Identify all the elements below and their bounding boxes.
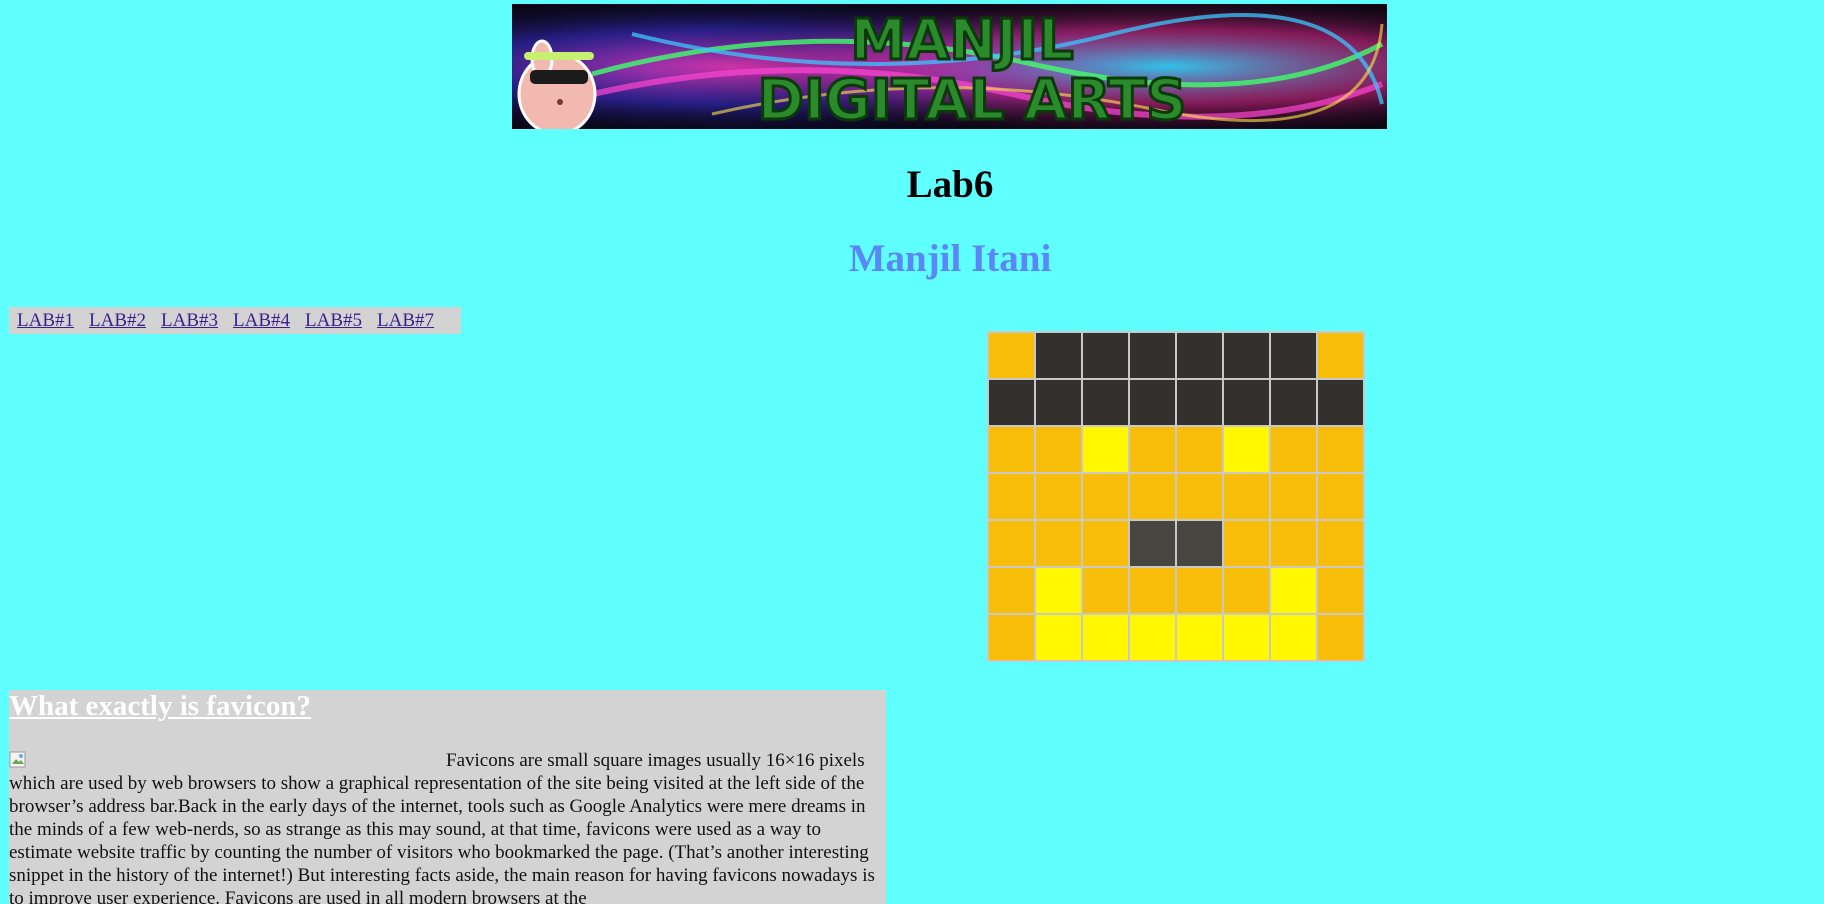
pixel-cell (1223, 520, 1270, 567)
article-text: Favicons are small square images usually… (9, 750, 875, 904)
nav-link-lab7[interactable]: LAB#7 (377, 310, 434, 332)
banner-line1: MANJIL (850, 8, 1073, 73)
pixel-cell (1035, 567, 1082, 614)
nav-link-lab3[interactable]: LAB#3 (161, 310, 218, 332)
pixel-cell (1035, 614, 1082, 661)
broken-image-icon (9, 749, 446, 769)
pixel-cell (988, 614, 1035, 661)
pixel-cell (1270, 520, 1317, 567)
pixel-cell (1176, 520, 1223, 567)
pixel-art-grid (987, 331, 1365, 662)
pixel-cell (1270, 332, 1317, 379)
pixel-cell (1129, 520, 1176, 567)
pixel-cell (1082, 379, 1129, 426)
pixel-cell (1317, 614, 1364, 661)
pixel-cell (1270, 426, 1317, 473)
pixel-cell (1035, 332, 1082, 379)
pixel-cell (1223, 473, 1270, 520)
pixel-cell (1129, 332, 1176, 379)
pixel-cell (1317, 332, 1364, 379)
pixel-cell (1270, 473, 1317, 520)
pixel-cell (1176, 614, 1223, 661)
pixel-cell (988, 426, 1035, 473)
pixel-cell (1082, 567, 1129, 614)
pixel-cell (1317, 426, 1364, 473)
pixel-cell (1176, 426, 1223, 473)
pixel-cell (1270, 614, 1317, 661)
pixel-cell (1082, 332, 1129, 379)
author-name: Manjil Itani (848, 237, 1052, 280)
pixel-cell (1270, 567, 1317, 614)
llama-icon (517, 39, 597, 129)
pixel-cell (1129, 567, 1176, 614)
pixel-cell (1035, 473, 1082, 520)
pixel-cell (1082, 426, 1129, 473)
pixel-cell (988, 520, 1035, 567)
pixel-cell (1082, 520, 1129, 567)
pixel-cell (1176, 332, 1223, 379)
pixel-cell (1129, 473, 1176, 520)
pixel-cell (1035, 426, 1082, 473)
pixel-cell (1176, 379, 1223, 426)
pixel-cell (1129, 379, 1176, 426)
pixel-cell (988, 379, 1035, 426)
pixel-cell (1129, 614, 1176, 661)
pixel-cell (1035, 379, 1082, 426)
pixel-cell (1176, 567, 1223, 614)
article-body: Favicons are small square images usually… (9, 749, 886, 904)
pixel-cell (988, 473, 1035, 520)
favicon-article: What exactly is favicon? Favicons are sm… (9, 690, 886, 904)
nav-link-lab1[interactable]: LAB#1 (17, 310, 74, 332)
pixel-cell (1082, 473, 1129, 520)
pixel-cell (1129, 426, 1176, 473)
nav-link-lab4[interactable]: LAB#4 (233, 310, 290, 332)
pixel-cell (1317, 520, 1364, 567)
pixel-cell (1035, 520, 1082, 567)
pixel-cell (988, 567, 1035, 614)
pixel-cell (1317, 379, 1364, 426)
nav-link-lab5[interactable]: LAB#5 (305, 310, 362, 332)
banner-image: MANJIL DIGITAL ARTS (512, 4, 1387, 129)
article-heading: What exactly is favicon? (9, 690, 312, 722)
nav-link-lab2[interactable]: LAB#2 (89, 310, 146, 332)
lab-nav: LAB#1 LAB#2 LAB#3 LAB#4 LAB#5 LAB#7 (9, 307, 461, 334)
pixel-cell (1223, 332, 1270, 379)
pixel-cell (988, 332, 1035, 379)
pixel-cell (1317, 567, 1364, 614)
pixel-cell (1223, 379, 1270, 426)
pixel-cell (1223, 614, 1270, 661)
pixel-cell (1270, 379, 1317, 426)
pixel-cell (1223, 426, 1270, 473)
banner-line2: DIGITAL ARTS (758, 68, 1187, 129)
pixel-cell (1082, 614, 1129, 661)
pixel-cell (1176, 473, 1223, 520)
page-title: Lab6 (906, 163, 994, 206)
pixel-cell (1223, 567, 1270, 614)
pixel-cell (1317, 473, 1364, 520)
